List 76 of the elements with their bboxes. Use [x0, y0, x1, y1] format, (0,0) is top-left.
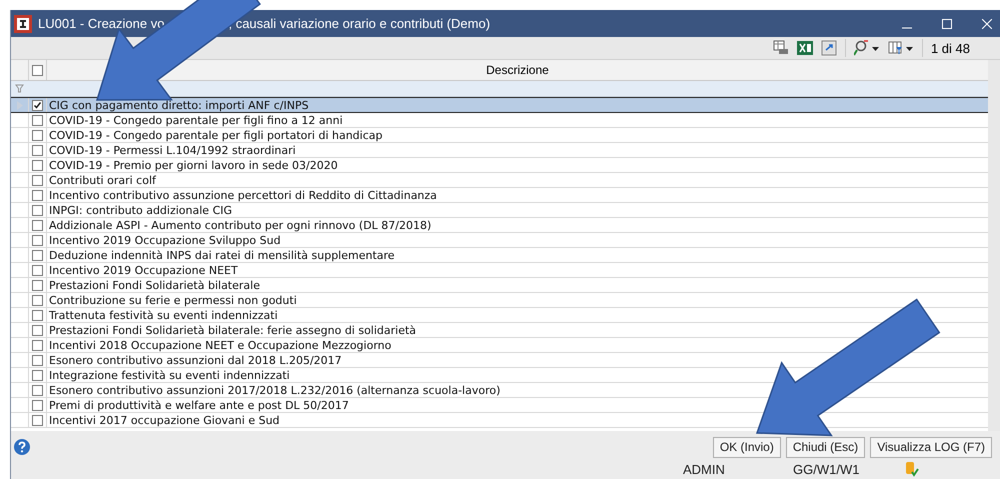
close-icon[interactable] [982, 18, 992, 28]
table-row[interactable]: COVID-19 - Premio per giorni lavoro in sede 03/2020 [11, 158, 988, 173]
checkbox[interactable] [32, 234, 43, 246]
table-cell-text: COVID-19 - Congedo parentale per figli portatori di handicap [48, 128, 382, 142]
table-cell-text: Esonero contributivo assunzioni dal 2018 L.205/2017 [48, 354, 342, 366]
checkbox[interactable] [32, 144, 43, 156]
table-cell-text: Incentivo 2019 Occupazione NEET [48, 264, 238, 276]
table-cell-text: INPGI: contributo addizionale CIG [48, 204, 232, 216]
checkbox[interactable] [32, 400, 43, 410]
table-cell-text: Premi di produttività e welfare ante e post DL 50/2017 [48, 398, 349, 412]
table-cell-text: Trattenuta festività su eventi indennizzati [48, 308, 278, 322]
dialog-button[interactable]: Chiudi (Esc) [786, 436, 866, 458]
checkbox[interactable] [32, 264, 43, 276]
table-cell-text: Esonero contributivo assunzioni 2017/2018 L.232/2016 (alternanza scuola-lavoro) [48, 384, 500, 396]
table-row[interactable]: INPGI: contributo addizionale CIG [11, 203, 988, 218]
table-cell-text: Addizionale ASPI - Aumento contributo per ogni rinnovo (DL 87/2018) [48, 218, 432, 232]
table-row[interactable]: Incentivo 2019 Occupazione Sviluppo Sud [11, 233, 988, 248]
dialog-button[interactable]: Visualizza LOG (F7) [870, 436, 992, 458]
table-cell-text: Incentivi 2017 occupazione Giovani e Sud [48, 414, 280, 426]
checkbox[interactable] [32, 384, 43, 396]
checkbox[interactable] [32, 174, 43, 186]
table-row[interactable]: Contribuzione su ferie e permessi non goduti [11, 293, 988, 308]
checkbox[interactable] [32, 354, 43, 366]
table-cell-text: Contribuzione su ferie e permessi non goduti [48, 294, 297, 306]
table-row[interactable]: CIG con pagamento diretto: importi ANF c/INPS [11, 97, 988, 113]
checkbox[interactable] [32, 190, 43, 200]
table-cell-text: Prestazioni Fondi Solidarietà bilaterale: ferie assegno di solidarietà [48, 324, 416, 336]
checkbox[interactable] [32, 324, 43, 336]
checkbox[interactable] [32, 204, 43, 216]
checkbox[interactable] [32, 310, 43, 320]
checkbox[interactable] [32, 250, 43, 260]
checkbox[interactable] [32, 280, 43, 290]
table-row[interactable]: Addizionale ASPI - Aumento contributo per ogni rinnovo (DL 87/2018) [11, 218, 988, 233]
record-counter: 1 di 48 [930, 40, 970, 56]
workspace-path: GG/W1/W1 [793, 462, 860, 476]
checkbox[interactable] [32, 100, 43, 110]
table-cell-text: Contributi orari colf [48, 174, 156, 186]
checkbox[interactable] [32, 370, 43, 380]
table-cell-text: Prestazioni Fondi Solidarietà bilaterale [48, 278, 260, 292]
table-row[interactable]: Deduzione indennità INPS dai ratei di mensilità supplementare [11, 248, 988, 263]
table-cell-text: Incentivo 2019 Occupazione Sviluppo Sud [48, 234, 281, 246]
table-row[interactable]: COVID-19 - Congedo parentale per figli portatori di handicap [11, 128, 988, 143]
window-title: , causali variazione orario e contributi (Demo) [228, 16, 490, 31]
table-cell-text: Incentivi 2018 Occupazione NEET e Occupazione Mezzogiorno [48, 338, 392, 352]
checkbox[interactable] [32, 220, 43, 230]
maximize-icon[interactable] [942, 18, 952, 28]
checkbox[interactable] [32, 130, 43, 140]
checkbox[interactable] [32, 114, 43, 126]
table-row[interactable]: Incentivo contributivo assunzione percettori di Reddito di Cittadinanza [11, 188, 988, 203]
table-row[interactable]: COVID-19 - Permessi L.104/1992 straordinari [11, 143, 988, 158]
table-row[interactable]: Incentivo 2019 Occupazione NEET [11, 263, 988, 278]
search-icon[interactable] [854, 40, 880, 56]
table-cell-text: CIG con pagamento diretto: importi ANF c/INPS [48, 98, 309, 112]
export-icon[interactable] [820, 40, 837, 56]
help-icon[interactable] [14, 439, 30, 455]
checkbox[interactable] [32, 64, 43, 76]
database-check-icon [905, 461, 919, 477]
columns-filter-icon[interactable] [888, 40, 914, 56]
table-row[interactable]: Prestazioni Fondi Solidarietà bilaterale [11, 278, 988, 293]
table-cell-text: COVID-19 - Permessi L.104/1992 straordinari [48, 144, 296, 156]
checkbox[interactable] [32, 414, 43, 426]
checkbox[interactable] [32, 160, 43, 170]
checkbox[interactable] [32, 294, 43, 306]
table-cell-text: Incentivo contributivo assunzione percettori di Reddito di Cittadinanza [48, 188, 437, 202]
user-name: ADMIN [683, 462, 726, 476]
print-icon[interactable] [772, 40, 789, 56]
table-cell-text: Integrazione festività su eventi indennizzati [48, 368, 290, 382]
table-row[interactable]: Contributi orari colf [11, 173, 988, 188]
excel-icon[interactable] [796, 40, 813, 56]
table-cell-text: Deduzione indennità INPS dai ratei di mensilità supplementare [48, 248, 395, 262]
app-logo-icon [14, 14, 32, 32]
table-cell-text: COVID-19 - Premio per giorni lavoro in sede 03/2020 [48, 158, 338, 172]
table-row[interactable]: COVID-19 - Congedo parentale per figli fino a 12 anni [11, 113, 988, 128]
checkbox[interactable] [32, 340, 43, 350]
table-cell-text: COVID-19 - Congedo parentale per figli fino a 12 anni [48, 114, 343, 126]
dialog-button[interactable]: OK (Invio) [712, 436, 781, 458]
